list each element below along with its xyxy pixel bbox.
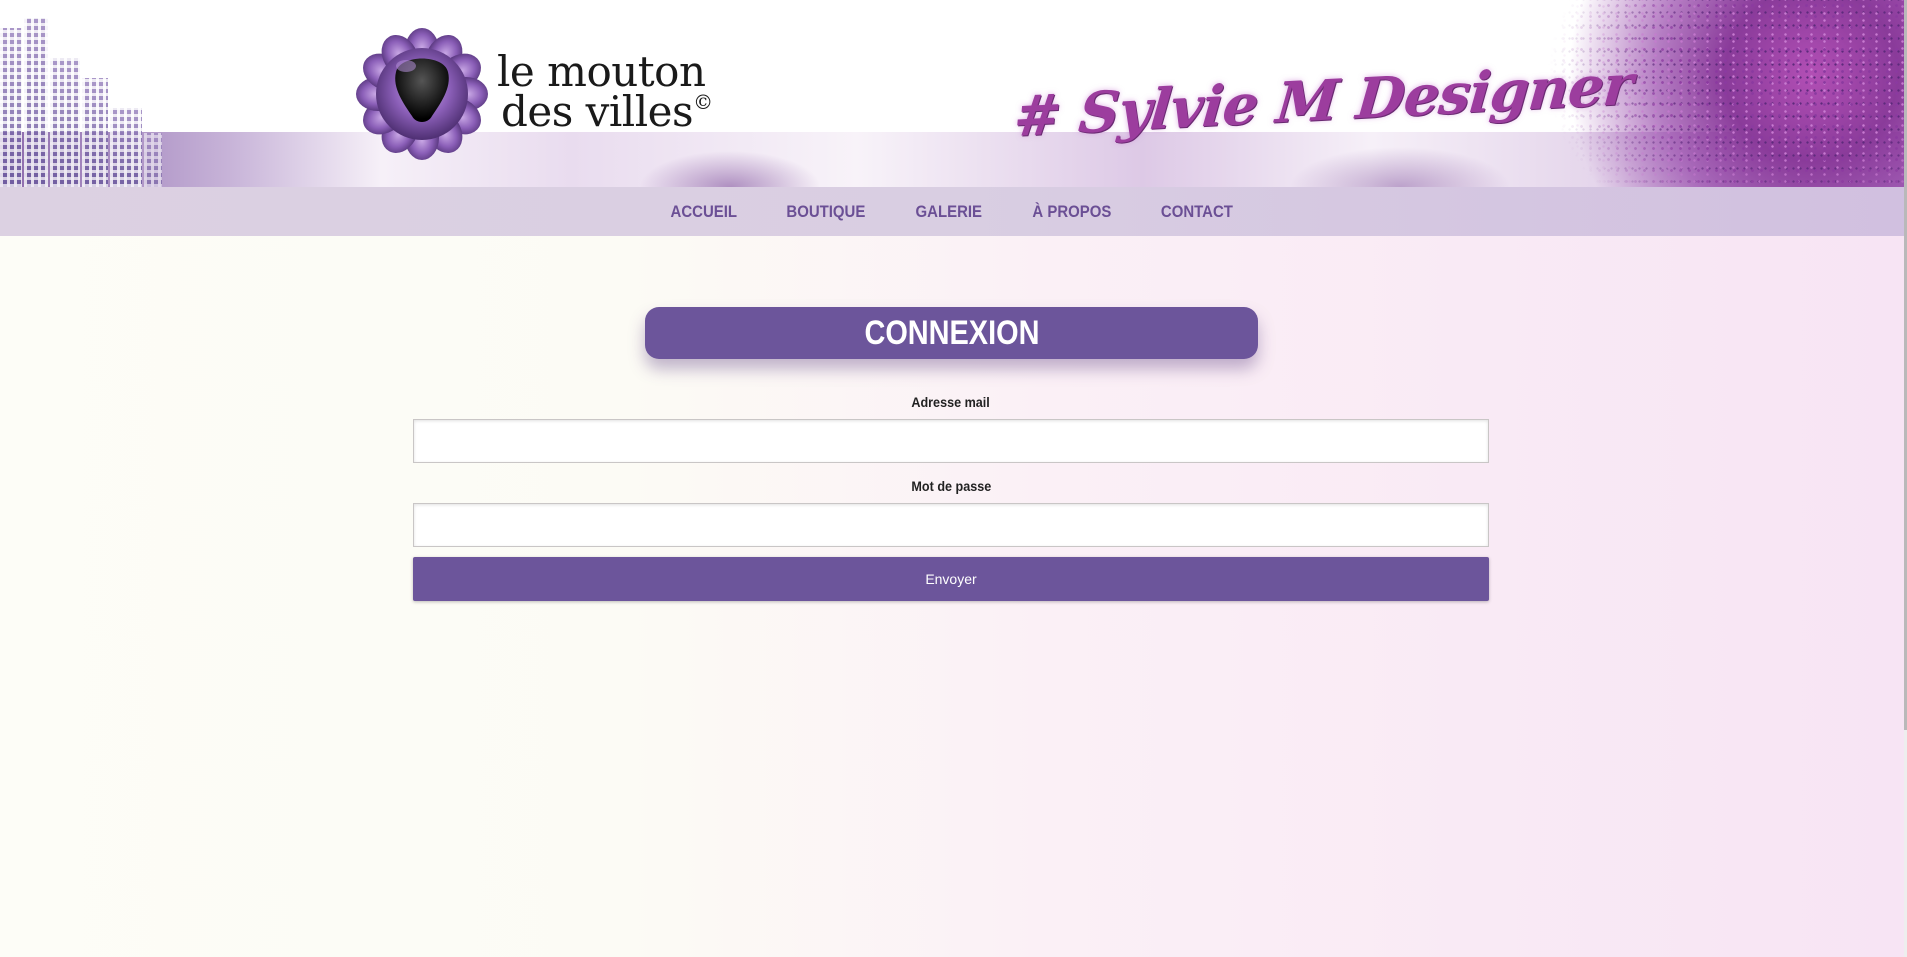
copyright-mark: © [693,90,713,114]
email-label: Adresse mail [413,394,1489,410]
site-logo-text[interactable]: le mouton des villes© [497,47,713,133]
login-title-banner: CONNEXION [645,307,1258,359]
login-title: CONNEXION [863,314,1040,352]
password-label: Mot de passe [413,478,1489,494]
logo-line-2-text: des villes [501,87,694,136]
nav-item-a-propos[interactable]: À PROPOS [1014,202,1128,222]
logo-line-2: des villes© [497,90,713,133]
email-label-text: Adresse mail [911,394,991,410]
nav-item-galerie[interactable]: GALERIE [898,202,1000,222]
header-banner: le mouton des villes© # Sylvie M Designe… [0,0,1904,187]
main-navigation: ACCUEIL BOUTIQUE GALERIE À PROPOS CONTAC… [0,187,1904,236]
submit-button[interactable]: Envoyer [413,557,1489,601]
sheep-flower-logo-icon[interactable] [356,28,488,160]
password-field[interactable] [413,503,1489,547]
logo-line-1: le mouton [497,47,706,96]
nav-item-boutique[interactable]: BOUTIQUE [769,202,883,222]
city-illustration [0,18,165,187]
nav-item-contact[interactable]: CONTACT [1144,202,1251,222]
password-label-text: Mot de passe [911,478,991,494]
email-field[interactable] [413,419,1489,463]
nav-item-accueil[interactable]: ACCUEIL [653,202,755,222]
